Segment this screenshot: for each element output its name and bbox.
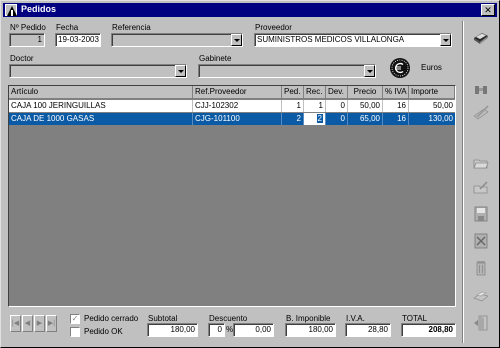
doctor-label: Doctor — [10, 54, 34, 63]
total-label: TOTAL — [402, 314, 428, 323]
close-button[interactable]: ✕ — [481, 4, 495, 16]
nav-last-button[interactable]: ▶| — [46, 315, 57, 332]
save-disk-icon[interactable] — [470, 203, 492, 225]
nav-next-button[interactable]: ▶ — [34, 315, 45, 332]
cell-rec-editing[interactable]: 2 — [304, 113, 326, 125]
col-header-articulo[interactable]: Artículo — [9, 86, 193, 99]
descuento-pct-field[interactable]: 0 — [208, 323, 225, 337]
cell-iva[interactable]: 16 — [383, 113, 409, 125]
exit-door-icon[interactable] — [470, 312, 492, 334]
chevron-down-icon[interactable] — [231, 34, 242, 46]
base-imponible-field[interactable]: 180,00 — [285, 323, 336, 337]
cell-iva[interactable]: 16 — [383, 100, 409, 112]
iva-field[interactable]: 28,80 — [345, 323, 391, 337]
proveedor-dropdown[interactable]: SUMINISTROS MEDICOS VILLALONGA — [254, 33, 452, 47]
folder-edit-icon[interactable] — [470, 177, 492, 199]
col-header-ped[interactable]: Ped. — [282, 86, 304, 99]
gabinete-label: Gabinete — [199, 54, 232, 63]
sidebar-separator — [462, 21, 464, 343]
euro-icon[interactable] — [389, 57, 411, 79]
open-folder-icon[interactable] — [470, 152, 492, 174]
binoculars-icon[interactable] — [470, 79, 492, 101]
subtotal-label: Subtotal — [148, 314, 178, 323]
cell-ref-proveedor[interactable]: CJG-101100 — [193, 113, 282, 125]
cell-dev[interactable]: 0 — [326, 113, 348, 125]
cancel-disk-icon[interactable] — [470, 230, 492, 252]
chevron-down-icon[interactable] — [364, 65, 375, 77]
table-row-selected[interactable]: CAJA DE 1000 GASAS CJG-101100 2 2 0 65,0… — [9, 113, 455, 125]
cell-rec[interactable]: 1 — [304, 100, 326, 112]
chevron-down-icon[interactable] — [175, 65, 186, 77]
cell-importe[interactable]: 50,00 — [409, 100, 455, 112]
currency-label: Euros — [421, 63, 442, 72]
chevron-down-icon[interactable] — [440, 34, 451, 46]
pedido-ok-label: Pedido OK — [84, 327, 123, 336]
trash-icon[interactable] — [470, 257, 492, 279]
descuento-label: Descuento — [209, 314, 248, 323]
col-header-precio[interactable]: Precio — [348, 86, 383, 99]
cell-dev[interactable]: 0 — [326, 100, 348, 112]
proveedor-label: Proveedor — [255, 23, 292, 32]
cell-articulo[interactable]: CAJA 100 JERINGUILLAS — [9, 100, 193, 112]
cell-ped[interactable]: 2 — [282, 113, 304, 125]
check-icon: ✓ — [71, 314, 79, 323]
col-header-importe[interactable]: Importe — [409, 86, 455, 99]
cell-rec-value: 2 — [316, 114, 323, 123]
referencia-label: Referencia — [112, 23, 151, 32]
fecha-label: Fecha — [56, 23, 79, 32]
col-header-dev[interactable]: Dev. — [326, 86, 348, 99]
col-header-iva[interactable]: % IVA — [383, 86, 409, 99]
n-pedido-label: Nº Pedido — [10, 23, 46, 32]
edit-pencil-icon[interactable] — [470, 102, 492, 124]
cell-importe[interactable]: 130,00 — [409, 113, 455, 125]
table-row[interactable]: CAJA 100 JERINGUILLAS CJJ-102302 1 1 0 5… — [9, 100, 455, 112]
app-icon — [5, 4, 17, 16]
descuento-field[interactable]: 0,00 — [233, 323, 274, 337]
pedido-ok-checkbox[interactable] — [70, 327, 80, 337]
gabinete-dropdown[interactable] — [198, 64, 376, 78]
cell-precio[interactable]: 65,00 — [348, 113, 383, 125]
pedidos-window: Pedidos ✕ Nº Pedido 1 Fecha 19-03-2003 R… — [0, 0, 500, 348]
cell-ped[interactable]: 1 — [282, 100, 304, 112]
col-header-rec[interactable]: Rec. — [304, 86, 326, 99]
proveedor-value: SUMINISTROS MEDICOS VILLALONGA — [257, 35, 405, 44]
doctor-dropdown[interactable] — [9, 64, 187, 78]
window-title: Pedidos — [21, 4, 57, 14]
fecha-field[interactable]: 19-03-2003 — [55, 33, 101, 47]
cell-precio[interactable]: 50,00 — [348, 100, 383, 112]
cell-articulo[interactable]: CAJA DE 1000 GASAS — [9, 113, 193, 125]
referencia-dropdown[interactable] — [111, 33, 243, 47]
base-imponible-label: B. Imponible — [286, 314, 331, 323]
subtotal-field[interactable]: 180,00 — [147, 323, 198, 337]
total-field[interactable]: 208,80 — [401, 323, 456, 337]
order-lines-grid[interactable]: Artículo Ref.Proveedor Ped. Rec. Dev. Pr… — [8, 85, 456, 307]
col-header-ref-proveedor[interactable]: Ref.Proveedor — [193, 86, 282, 99]
iva-label: I.V.A. — [346, 314, 365, 323]
pedido-cerrado-label: Pedido cerrado — [84, 314, 139, 323]
n-pedido-field[interactable]: 1 — [9, 33, 45, 47]
cell-ref-proveedor[interactable]: CJJ-102302 — [193, 100, 282, 112]
title-bar[interactable]: Pedidos ✕ — [3, 3, 497, 17]
nav-prev-button[interactable]: ◀ — [22, 315, 33, 332]
print-icon[interactable] — [470, 285, 492, 307]
nav-first-button[interactable]: |◀ — [10, 315, 21, 332]
book-icon[interactable] — [470, 26, 492, 48]
pedido-cerrado-checkbox[interactable]: ✓ — [70, 314, 80, 324]
